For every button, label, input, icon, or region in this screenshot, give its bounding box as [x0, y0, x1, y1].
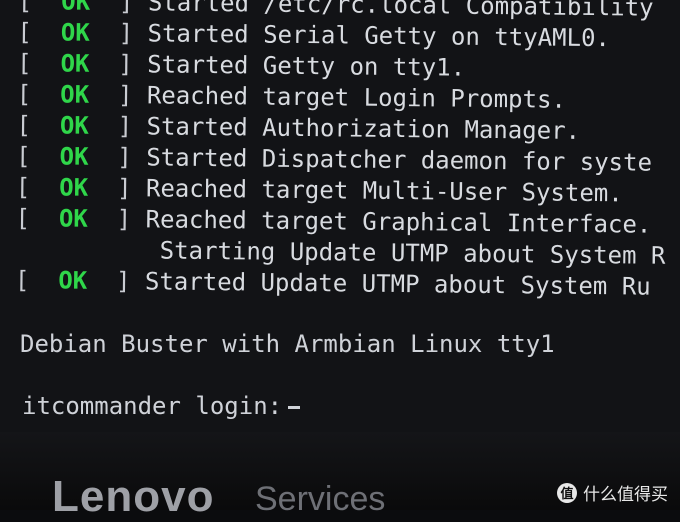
boot-message: Reached target Login Prompts. — [146, 81, 567, 114]
login-prompt: itcommander login: — [22, 392, 283, 420]
bracket-close: ] — [88, 80, 148, 110]
boot-message: Starting Update UTMP about System R — [159, 236, 666, 270]
monitor-brand-sub: Services — [255, 480, 386, 518]
boot-log: [ OK ] Started /etc/rc.local Compatibili… — [15, 0, 668, 303]
bracket-open: [ — [17, 17, 62, 47]
status-ok: OK — [61, 0, 91, 16]
boot-message: Started Getty on tty1. — [147, 50, 466, 82]
terminal-screen: [ OK ] Started /etc/rc.local Compatibili… — [0, 0, 680, 432]
status-ok: OK — [58, 266, 88, 295]
monitor-brand-logo: Lenovo — [52, 472, 215, 521]
watermark-badge-icon: 值 — [557, 482, 577, 503]
bracket-close: ] — [89, 0, 149, 17]
bracket-open: [ — [15, 172, 60, 202]
watermark-text: 什么值得买 — [583, 485, 668, 505]
status-ok: OK — [59, 111, 89, 140]
bracket-close: ] — [88, 173, 147, 203]
bracket-open: [ — [16, 110, 61, 140]
bracket-close: ] — [88, 111, 147, 141]
boot-message: Started Update UTMP about System Ru — [144, 267, 651, 301]
bracket-open: [ — [17, 48, 61, 78]
status-ok: OK — [59, 173, 89, 202]
watermark: 值 什么值得买 — [557, 480, 668, 505]
bracket-open: [ — [17, 0, 62, 16]
status-ok: OK — [58, 204, 88, 233]
boot-message: Reached target Graphical Interface. — [145, 205, 652, 239]
status-ok: OK — [59, 142, 89, 171]
status-ok: OK — [60, 18, 90, 47]
bracket-close: ] — [88, 142, 147, 172]
bracket-open: [ — [16, 79, 61, 109]
boot-message: Started Dispatcher daemon for syste — [146, 143, 653, 177]
bracket-open: [ — [15, 203, 60, 233]
bracket-open: [ — [14, 265, 59, 295]
boot-message: Started Authorization Manager. — [146, 112, 581, 145]
bracket-close: ] — [89, 18, 148, 48]
login-prompt-line[interactable]: itcommander login: — [22, 392, 301, 420]
boot-message: Started Serial Getty on ttyAML0. — [147, 19, 611, 53]
bracket-close: ] — [87, 204, 146, 234]
os-banner: Debian Buster with Armbian Linux tty1 — [20, 330, 555, 358]
bracket-close: ] — [87, 266, 146, 296]
text-cursor[interactable] — [288, 405, 301, 409]
status-ok: OK — [60, 80, 90, 109]
boot-line: [ OK ] Started Update UTMP about System … — [15, 265, 666, 303]
status-ok: OK — [60, 49, 90, 78]
bracket-open: [ — [16, 141, 60, 171]
boot-message: Reached target Multi-User System. — [145, 174, 623, 208]
bracket-close: ] — [89, 49, 148, 79]
